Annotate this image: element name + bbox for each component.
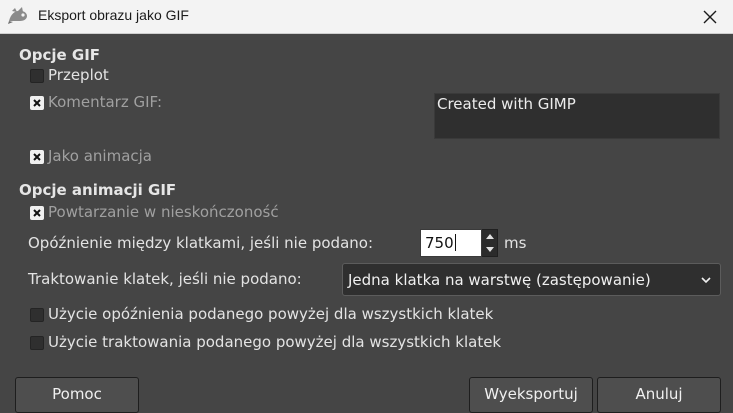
gif-options-title: Opcje GIF <box>19 46 101 64</box>
as-animation-label[interactable]: Jako animacja <box>48 147 152 165</box>
comment-text: Created with GIMP <box>437 95 576 113</box>
gimp-wilber-icon <box>8 7 27 24</box>
interlace-label[interactable]: Przeplot <box>48 66 109 84</box>
frame-disposal-value: Jedna klatka na warstwę (zastępowanie) <box>348 271 651 289</box>
as-animation-checkbox[interactable] <box>30 150 44 164</box>
check-mark-icon <box>33 99 41 107</box>
check-mark-icon <box>33 209 41 217</box>
comment-textarea[interactable]: Created with GIMP <box>434 93 720 139</box>
export-button[interactable]: Wyeksportuj <box>469 377 593 413</box>
frame-disposal-select[interactable]: Jedna klatka na warstwę (zastępowanie) <box>342 263 721 296</box>
comment-checkbox[interactable] <box>30 96 44 110</box>
interlace-checkbox[interactable] <box>30 69 44 83</box>
title-bar: Eksport obrazu jako GIF <box>0 0 733 34</box>
loop-forever-checkbox[interactable] <box>30 206 44 220</box>
chevron-down-icon <box>701 277 711 284</box>
help-button[interactable]: Pomoc <box>15 377 139 413</box>
use-disposal-all-label[interactable]: Użycie traktowania podanego powyżej dla … <box>48 333 501 351</box>
use-disposal-all-checkbox[interactable] <box>30 336 44 350</box>
comment-label[interactable]: Komentarz GIF: <box>48 93 162 111</box>
use-delay-all-checkbox[interactable] <box>30 308 44 322</box>
cancel-button[interactable]: Anuluj <box>597 377 721 413</box>
close-button[interactable] <box>687 0 733 33</box>
animation-options-title: Opcje animacji GIF <box>19 181 177 199</box>
close-icon <box>703 10 717 23</box>
window-title: Eksport obrazu jako GIF <box>38 7 189 23</box>
text-caret <box>454 234 456 251</box>
loop-forever-label[interactable]: Powtarzanie w nieskończoność <box>48 203 279 221</box>
delay-unit: ms <box>504 234 527 252</box>
delay-input[interactable]: 750 <box>420 229 482 257</box>
frame-disposal-label: Traktowanie klatek, jeśli nie podano: <box>28 270 302 288</box>
delay-value: 750 <box>425 234 454 252</box>
spin-arrows-icon[interactable] <box>482 229 498 257</box>
check-mark-icon <box>33 153 41 161</box>
use-delay-all-label[interactable]: Użycie opóźnienia podanego powyżej dla w… <box>48 305 493 323</box>
delay-label: Opóźnienie między klatkami, jeśli nie po… <box>28 234 373 252</box>
